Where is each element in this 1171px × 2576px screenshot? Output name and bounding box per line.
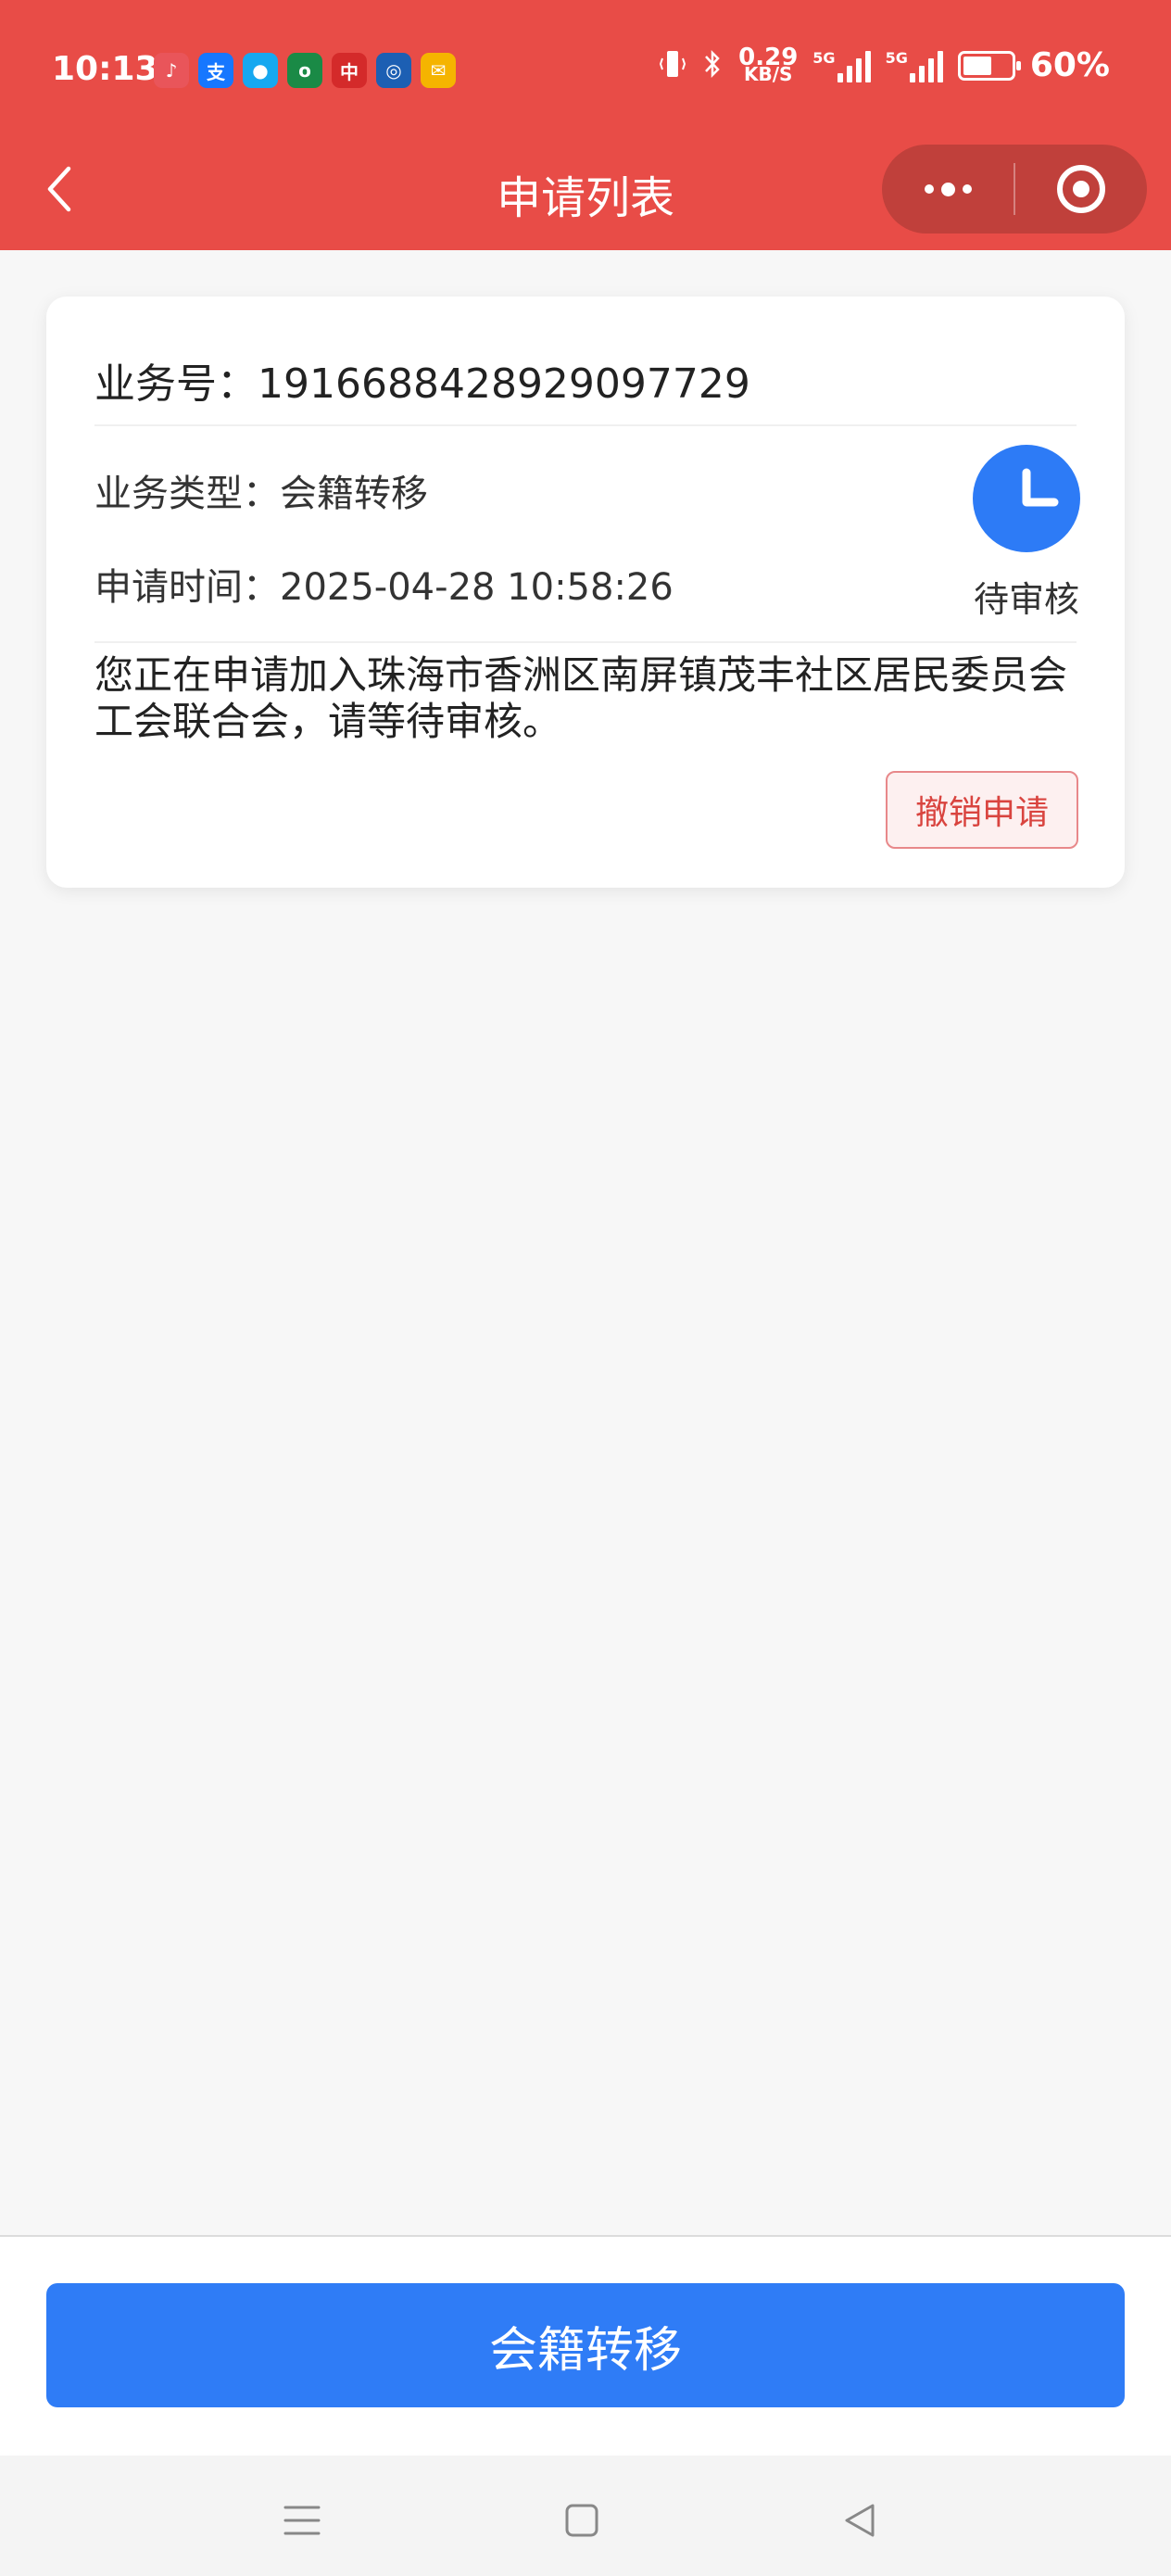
mail-icon: ✉ — [421, 53, 456, 88]
notification-icons: ♪ 支 ● o 中 ◎ ✉ — [154, 53, 456, 88]
signal-sim2-icon: 5G — [886, 49, 943, 82]
business-type-row: 业务类型：会籍转移 — [94, 463, 428, 517]
home-button[interactable] — [554, 2493, 610, 2548]
app1-icon: ♪ — [154, 53, 189, 88]
clock-icon — [973, 445, 1080, 552]
divider — [94, 424, 1077, 426]
system-nav-bar — [0, 2456, 1171, 2576]
business-number-label: 业务号： — [94, 360, 258, 408]
menu-icon — [283, 2506, 321, 2535]
app6-icon: ◎ — [376, 53, 411, 88]
status-time: 10:13 — [52, 50, 158, 88]
battery-percent: 60% — [1029, 46, 1110, 84]
business-type: 会籍转移 — [280, 473, 428, 515]
application-card: 业务号：1916688428929097729 业务类型：会籍转移 申请时间：2… — [46, 297, 1125, 888]
apply-time-label: 申请时间： — [94, 566, 280, 609]
vibrate-icon — [659, 47, 686, 84]
signal-sim1-icon: 5G — [812, 49, 871, 82]
business-number: 1916688428929097729 — [258, 360, 750, 408]
application-message: 您正在申请加入珠海市香洲区南屏镇茂丰社区居民委员会工会联合会，请等待审核。 — [94, 652, 1068, 744]
oppo-icon: o — [287, 53, 322, 88]
alipay-icon: 支 — [198, 53, 233, 88]
status-label: 待审核 — [973, 579, 1079, 620]
more-button[interactable] — [882, 145, 1014, 234]
menu-button[interactable] — [274, 2493, 330, 2548]
miniprogram-capsule — [882, 145, 1147, 234]
status-indicators: 0.29 KB/S 5G 5G 60% — [659, 43, 1110, 85]
net-speed: 0.29 KB/S — [738, 43, 799, 85]
nav-bar: 申请列表 — [0, 139, 1171, 250]
business-type-label: 业务类型： — [94, 473, 280, 515]
divider — [94, 641, 1077, 643]
bluetooth-icon — [701, 47, 724, 84]
close-miniprogram-button[interactable] — [1015, 145, 1147, 234]
battery-icon — [957, 50, 1021, 81]
status-bar: 10:13 ♪ 支 ● o 中 ◎ ✉ 0.29 KB/S 5G 5G 60% — [0, 0, 1171, 139]
apply-time: 2025-04-28 10:58:26 — [280, 566, 674, 609]
app5-icon: 中 — [332, 53, 367, 88]
home-icon — [565, 2504, 598, 2537]
qq-icon: ● — [243, 53, 278, 88]
apply-time-row: 申请时间：2025-04-28 10:58:26 — [94, 557, 674, 611]
target-icon — [1057, 165, 1105, 213]
membership-transfer-button[interactable]: 会籍转移 — [46, 2283, 1125, 2407]
back-nav-button[interactable] — [832, 2493, 888, 2548]
business-number-row: 业务号：1916688428929097729 — [94, 350, 750, 410]
triangle-back-icon — [845, 2504, 875, 2537]
cancel-application-button[interactable]: 撤销申请 — [886, 771, 1078, 849]
